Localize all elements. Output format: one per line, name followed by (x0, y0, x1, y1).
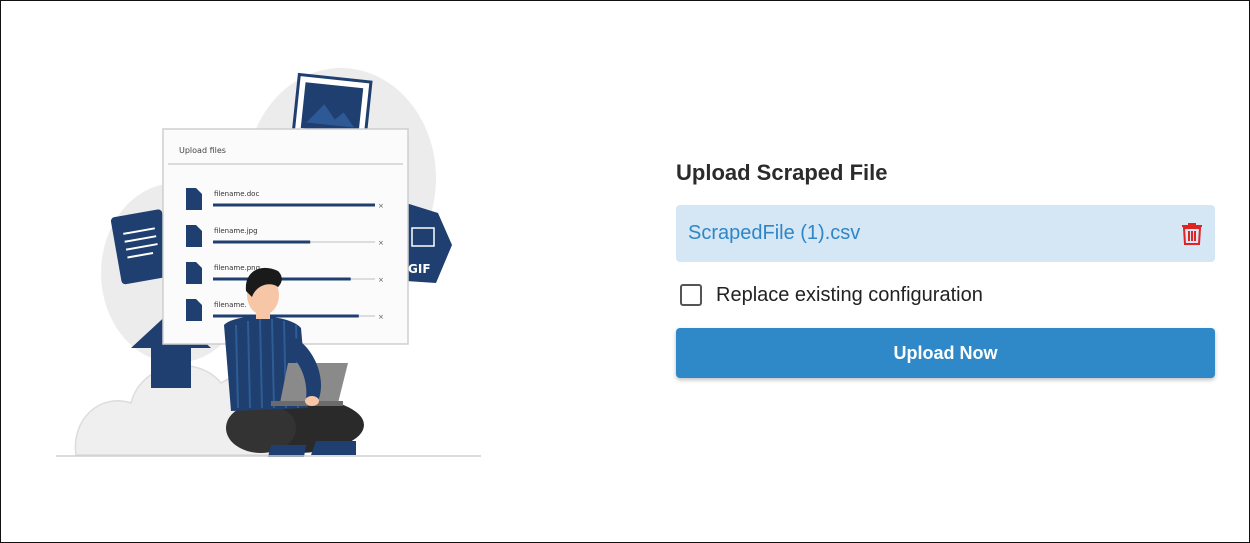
gif-label: GIF (408, 262, 431, 276)
close-icon: × (378, 313, 384, 321)
selected-file-row: ScrapedFile (1).csv (676, 205, 1215, 262)
card-title: Upload files (179, 146, 226, 155)
upload-file-name: filename.doc (214, 190, 259, 198)
progress-bar (213, 314, 359, 318)
progress-bar (213, 240, 311, 244)
selected-file-name: ScrapedFile (1).csv (688, 222, 861, 244)
replace-config-label[interactable]: Replace existing configuration (716, 284, 983, 307)
upload-panel: Upload Scraped File ScrapedFile (1).csv … (676, 157, 1215, 378)
replace-config-row: Replace existing configuration (680, 281, 983, 309)
upload-file-name: filename. (214, 301, 247, 309)
upload-now-button[interactable]: Upload Now (676, 328, 1215, 378)
close-icon: × (378, 276, 384, 284)
upload-card: Upload files filename.doc × filename.jpg × f… (162, 128, 409, 345)
progress-bar (213, 203, 375, 207)
progress-bar (213, 277, 351, 281)
close-icon: × (378, 239, 384, 247)
trash-icon (1182, 223, 1202, 245)
delete-file-button[interactable] (1179, 219, 1205, 247)
gif-file-icon: GIF (406, 203, 452, 283)
upload-file-name: filename.png (214, 264, 260, 272)
upload-illustration: GIF Upload files filename.doc × filename.j… (56, 68, 481, 457)
upload-file-name: filename.jpg (214, 227, 258, 235)
replace-config-checkbox[interactable] (680, 284, 702, 306)
upload-dialog: GIF Upload files filename.doc × filename.j… (0, 0, 1250, 543)
page-title: Upload Scraped File (676, 160, 888, 185)
close-icon: × (378, 202, 384, 210)
